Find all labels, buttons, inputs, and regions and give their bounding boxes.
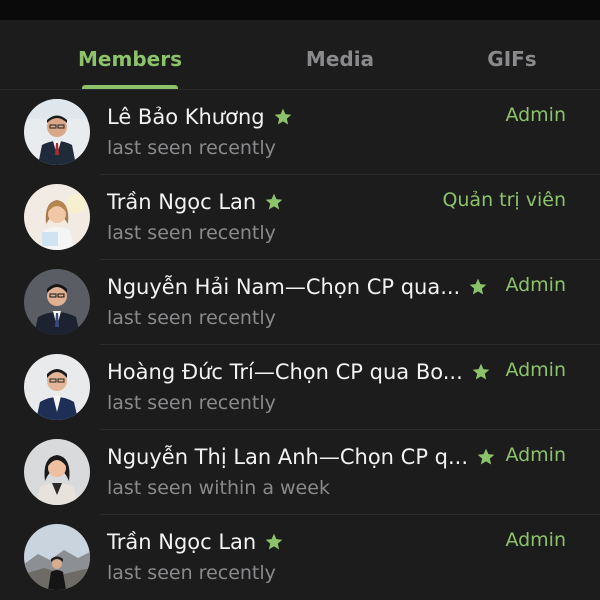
star-icon xyxy=(265,193,283,210)
member-row[interactable]: Nguyễn Thị Lan Anh—Chọn CP q... last see… xyxy=(0,430,600,515)
member-name: Nguyễn Hải Nam—Chọn CP qua... xyxy=(107,275,461,299)
member-avatar[interactable] xyxy=(24,524,90,590)
member-row[interactable]: Trần Ngọc Lan last seen recently Admin xyxy=(0,515,600,600)
tab-media[interactable]: Media xyxy=(290,44,390,74)
member-status: last seen recently xyxy=(107,222,276,244)
star-icon xyxy=(477,448,495,465)
member-name: Trần Ngọc Lan xyxy=(107,190,257,214)
member-avatar[interactable] xyxy=(24,354,90,420)
member-role: Admin xyxy=(505,444,566,466)
member-row[interactable]: Hoàng Đức Trí—Chọn CP qua Bo... last see… xyxy=(0,345,600,430)
star-icon xyxy=(274,108,291,125)
member-row[interactable]: Lê Bảo Khương last seen recently Admin xyxy=(0,90,600,175)
member-row[interactable]: Trần Ngọc Lan last seen recently Quản tr… xyxy=(0,175,600,260)
member-role: Admin xyxy=(505,359,566,381)
tab-gifs[interactable]: GIFs xyxy=(470,44,554,74)
member-row[interactable]: Nguyễn Hải Nam—Chọn CP qua... last seen … xyxy=(0,260,600,345)
member-avatar[interactable] xyxy=(24,184,90,250)
member-status: last seen recently xyxy=(107,137,276,159)
star-icon xyxy=(265,533,283,550)
star-icon xyxy=(472,363,490,380)
member-status: last seen recently xyxy=(107,307,276,329)
member-role: Admin xyxy=(505,104,566,126)
status-bar xyxy=(0,0,600,20)
member-role: Quản trị viên xyxy=(442,189,566,211)
member-status: last seen within a week xyxy=(107,477,330,499)
star-icon xyxy=(469,278,487,295)
member-role: Admin xyxy=(505,529,566,551)
member-avatar[interactable] xyxy=(24,99,90,165)
member-avatar[interactable] xyxy=(24,269,90,335)
member-status: last seen recently xyxy=(107,392,276,414)
member-name: Hoàng Đức Trí—Chọn CP qua Bo... xyxy=(107,360,463,384)
member-status: last seen recently xyxy=(107,562,276,584)
member-role: Admin xyxy=(505,274,566,296)
tab-bar: Members Media GIFs xyxy=(0,20,600,90)
tab-members[interactable]: Members xyxy=(70,44,190,74)
member-name: Trần Ngọc Lan xyxy=(107,530,257,554)
member-avatar[interactable] xyxy=(24,439,90,505)
member-name: Lê Bảo Khương xyxy=(107,105,265,129)
member-name: Nguyễn Thị Lan Anh—Chọn CP q... xyxy=(107,445,469,469)
